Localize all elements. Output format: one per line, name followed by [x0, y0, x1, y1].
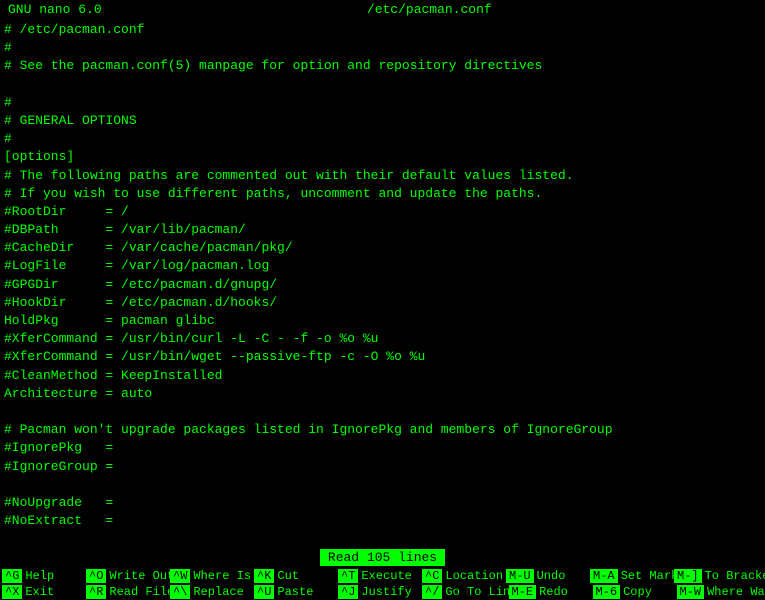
shortcut-label: Cut: [277, 569, 299, 583]
shortcut-key: ^K: [254, 569, 274, 583]
shortcut-item[interactable]: ^WWhere Is: [170, 569, 250, 583]
editor-line: # If you wish to use different paths, un…: [4, 185, 761, 203]
shortcut-label: Replace: [193, 585, 243, 599]
shortcut-label: Where Is: [193, 569, 251, 583]
shortcut-label: Copy: [623, 585, 652, 599]
shortcut-item[interactable]: ^RRead File: [86, 585, 166, 599]
editor-line: #: [4, 39, 761, 57]
shortcut-label: Undo: [537, 569, 566, 583]
shortcut-label: To Bracket: [705, 569, 765, 583]
shortcut-label: Location: [445, 569, 503, 583]
shortcut-item[interactable]: ^JJustify: [338, 585, 418, 599]
shortcut-item[interactable]: ^GHelp: [2, 569, 82, 583]
shortcut-label: Go To Line: [445, 585, 517, 599]
editor-line: [options]: [4, 148, 761, 166]
shortcut-key: ^/: [422, 585, 442, 599]
editor-line: #: [4, 130, 761, 148]
shortcut-item[interactable]: M-]To Bracket: [674, 569, 759, 583]
shortcut-key: ^C: [422, 569, 442, 583]
title-bar: GNU nano 6.0 /etc/pacman.conf: [0, 0, 765, 19]
editor-line: #XferCommand = /usr/bin/wget --passive-f…: [4, 348, 761, 366]
editor-line: #CacheDir = /var/cache/pacman/pkg/: [4, 239, 761, 257]
editor-line: HoldPkg = pacman glibc: [4, 312, 761, 330]
editor-line: [4, 476, 761, 494]
shortcut-label: Read File: [109, 585, 174, 599]
shortcut-item[interactable]: ^XExit: [2, 585, 82, 599]
shortcut-key: ^W: [170, 569, 190, 583]
shortcut-label: Help: [25, 569, 54, 583]
shortcut-key: M-U: [506, 569, 534, 583]
editor-line: # GENERAL OPTIONS: [4, 112, 761, 130]
shortcut-label: Justify: [361, 585, 411, 599]
shortcut-key: M-A: [590, 569, 618, 583]
shortcut-item[interactable]: ^UPaste: [254, 585, 334, 599]
status-text: Read 105 lines: [320, 549, 445, 566]
editor-line: # /etc/pacman.conf: [4, 21, 761, 39]
editor-line: #XferCommand = /usr/bin/curl -L -C - -f …: [4, 330, 761, 348]
editor-line: # The following paths are commented out …: [4, 167, 761, 185]
editor-line: # See the pacman.conf(5) manpage for opt…: [4, 57, 761, 75]
editor-line: #DBPath = /var/lib/pacman/: [4, 221, 761, 239]
shortcut-item[interactable]: ^CLocation: [422, 569, 502, 583]
editor-line: #IgnoreGroup =: [4, 458, 761, 476]
shortcut-item[interactable]: M-UUndo: [506, 569, 586, 583]
editor-line: [4, 403, 761, 421]
status-bar: Read 105 lines: [0, 547, 765, 568]
shortcut-item[interactable]: ^TExecute: [338, 569, 418, 583]
shortcut-item[interactable]: ^\Replace: [170, 585, 250, 599]
shortcut-key: ^G: [2, 569, 22, 583]
editor-line: #NoExtract =: [4, 512, 761, 530]
shortcut-key: ^O: [86, 569, 106, 583]
shortcut-key: M-W: [677, 585, 705, 599]
editor-line: [4, 76, 761, 94]
shortcut-item[interactable]: ^KCut: [254, 569, 334, 583]
editor-line: # Pacman won't upgrade packages listed i…: [4, 421, 761, 439]
shortcut-item[interactable]: M-ASet Mark: [590, 569, 670, 583]
shortcut-bar-2: ^XExit^RRead File^\Replace^UPaste^JJusti…: [0, 584, 765, 600]
editor-line: #HookDir = /etc/pacman.d/hooks/: [4, 294, 761, 312]
shortcut-label: Execute: [361, 569, 411, 583]
title-left: GNU nano 6.0: [8, 2, 102, 17]
shortcut-item[interactable]: M-ERedo: [509, 585, 589, 599]
shortcut-key: ^R: [86, 585, 106, 599]
editor-line: #IgnorePkg =: [4, 439, 761, 457]
shortcut-key: M-E: [509, 585, 537, 599]
editor-line: #RootDir = /: [4, 203, 761, 221]
shortcut-key: ^X: [2, 585, 22, 599]
editor-line: Architecture = auto: [4, 385, 761, 403]
shortcut-key: M-6: [593, 585, 621, 599]
editor-line: #NoUpgrade =: [4, 494, 761, 512]
editor-line: #CleanMethod = KeepInstalled: [4, 367, 761, 385]
shortcut-label: Write Out: [109, 569, 174, 583]
editor-line: #LogFile = /var/log/pacman.log: [4, 257, 761, 275]
editor-line: [4, 530, 761, 547]
shortcut-item[interactable]: ^OWrite Out: [86, 569, 166, 583]
shortcut-item[interactable]: ^/Go To Line: [422, 585, 505, 599]
shortcut-key: ^T: [338, 569, 358, 583]
shortcut-label: Redo: [539, 585, 568, 599]
shortcut-key: ^J: [338, 585, 358, 599]
shortcut-key: ^\: [170, 585, 190, 599]
title-center: /etc/pacman.conf: [367, 2, 492, 17]
shortcut-bar-1: ^GHelp^OWrite Out^WWhere Is^KCut^TExecut…: [0, 568, 765, 584]
editor-line: #: [4, 94, 761, 112]
shortcut-item[interactable]: M-WWhere Was: [677, 585, 760, 599]
shortcut-key: M-]: [674, 569, 702, 583]
shortcut-label: Where Was: [707, 585, 765, 599]
shortcut-item[interactable]: M-6Copy: [593, 585, 673, 599]
shortcut-key: ^U: [254, 585, 274, 599]
editor-area[interactable]: # /etc/pacman.conf## See the pacman.conf…: [0, 19, 765, 547]
shortcut-label: Exit: [25, 585, 54, 599]
shortcut-label: Set Mark: [621, 569, 679, 583]
editor-line: #GPGDir = /etc/pacman.d/gnupg/: [4, 276, 761, 294]
shortcut-label: Paste: [277, 585, 313, 599]
